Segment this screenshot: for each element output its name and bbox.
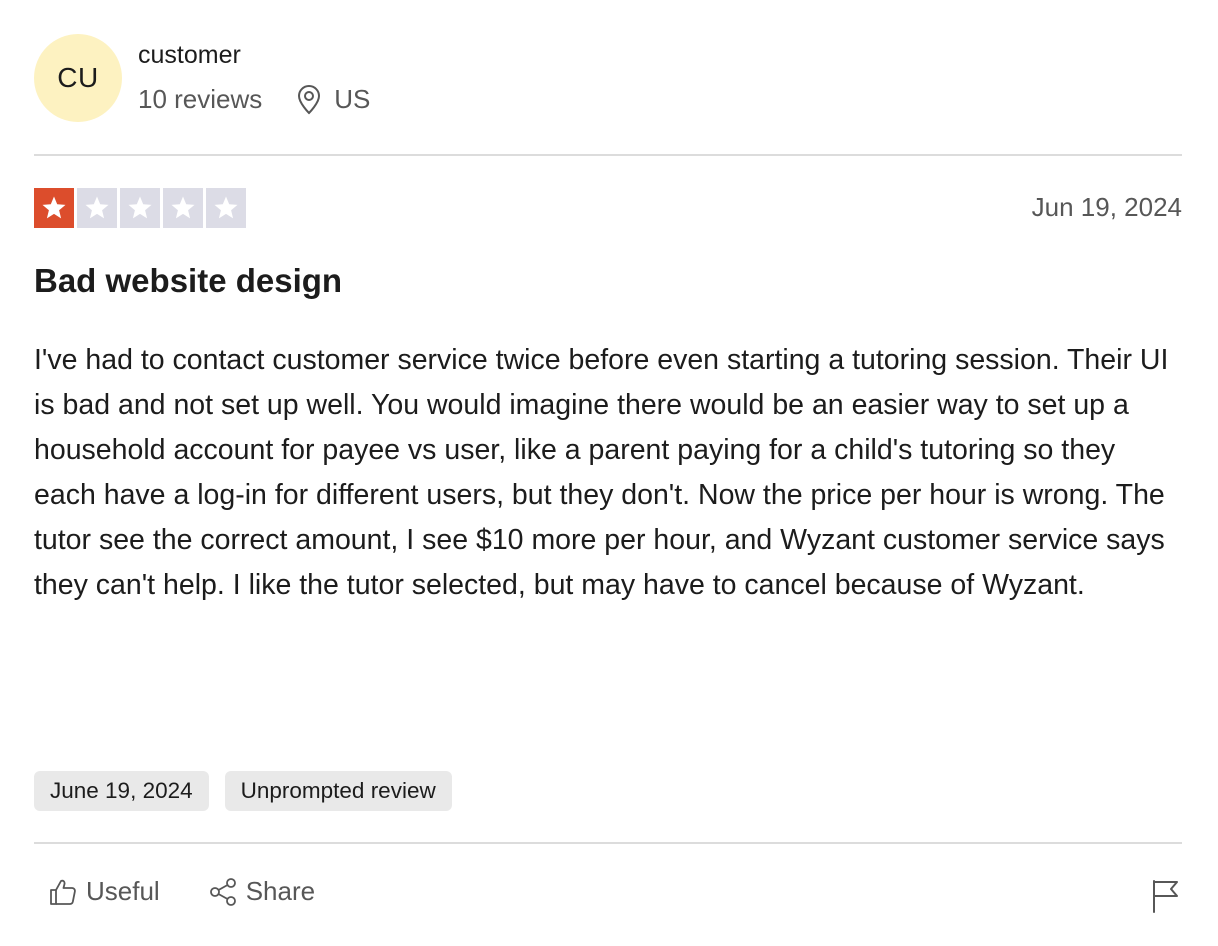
star-rating xyxy=(34,188,246,228)
share-button[interactable]: Share xyxy=(208,876,315,907)
avatar[interactable]: CU xyxy=(34,34,122,122)
star-icon xyxy=(163,188,203,228)
experience-date-chip: June 19, 2024 xyxy=(34,771,209,811)
location-pin-icon xyxy=(296,84,322,115)
share-label: Share xyxy=(245,876,316,906)
review-actions: Useful Share xyxy=(48,876,363,907)
share-icon xyxy=(208,877,246,907)
useful-button[interactable]: Useful xyxy=(48,876,160,907)
reviewer-location: US xyxy=(334,84,371,114)
review-chips: June 19, 2024 Unprompted review xyxy=(34,771,452,811)
star-icon xyxy=(120,188,160,228)
reviewer-info: CU customer 10 reviews US xyxy=(34,34,634,124)
reviewer-meta: 10 reviews US xyxy=(138,84,370,115)
review-card: CU customer 10 reviews US Jun 19, 2024 B… xyxy=(34,0,1182,946)
review-date: Jun 19, 2024 xyxy=(1031,192,1182,222)
report-flag-icon[interactable] xyxy=(1150,878,1182,914)
useful-label: Useful xyxy=(86,876,160,906)
divider xyxy=(34,842,1182,844)
review-title[interactable]: Bad website design xyxy=(34,262,342,300)
review-body: I've had to contact customer service twi… xyxy=(34,344,1169,601)
star-icon xyxy=(34,188,74,228)
review-type-chip[interactable]: Unprompted review xyxy=(224,771,452,811)
star-icon xyxy=(77,188,117,228)
reviewer-name[interactable]: customer xyxy=(138,41,241,70)
thumbs-up-icon xyxy=(48,877,86,907)
star-icon xyxy=(206,188,246,228)
reviews-count: 10 reviews xyxy=(138,84,263,114)
divider xyxy=(34,154,1182,156)
